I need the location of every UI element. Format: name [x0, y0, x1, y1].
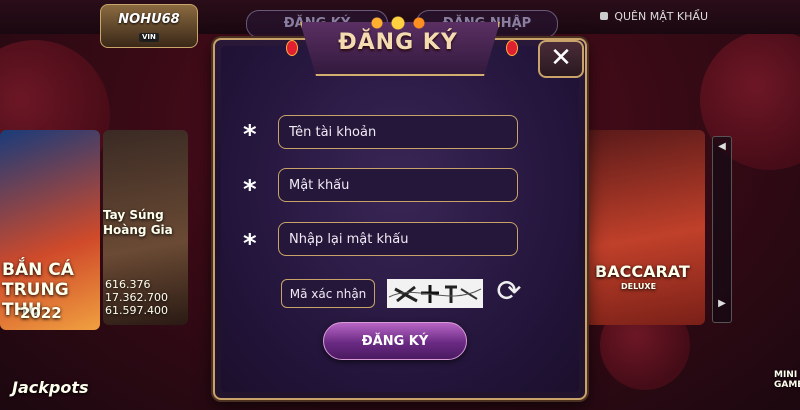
game-card-title: BACCARAT: [595, 262, 690, 281]
carousel-scroll[interactable]: ◀ ▶: [712, 136, 732, 323]
register-submit-button[interactable]: ĐĂNG KÝ: [323, 322, 467, 360]
game-card-title: Tay Súng Hoàng Gia: [103, 208, 173, 237]
jackpot-value: 17.362.700: [105, 291, 168, 304]
arrow-left-icon[interactable]: ◀: [713, 141, 731, 152]
confirm-password-input[interactable]: [278, 222, 518, 256]
captcha-image: [387, 279, 483, 308]
refresh-captcha-icon[interactable]: ⟳: [493, 276, 525, 308]
app-logo: NOHU68 VIN: [100, 4, 198, 48]
game-card-subtitle: DELUXE: [621, 282, 657, 291]
close-button[interactable]: ✕: [538, 40, 584, 78]
jackpots-label: Jackpots: [12, 378, 89, 397]
flower-decoration-icon: [363, 16, 433, 30]
required-mark: *: [243, 175, 257, 205]
required-mark: *: [243, 120, 257, 150]
password-input[interactable]: [278, 168, 518, 202]
jackpot-value: 61.597.400: [105, 304, 168, 317]
required-mark: *: [243, 229, 257, 259]
arrow-right-icon[interactable]: ▶: [713, 298, 731, 309]
game-card-tay-sung[interactable]: Tay Súng Hoàng Gia 616.376 17.362.700 61…: [103, 130, 188, 325]
mini-game-label[interactable]: MINI GAME: [774, 370, 800, 390]
captcha-input[interactable]: [281, 279, 375, 308]
lantern-icon: [286, 40, 298, 56]
game-card-ban-ca[interactable]: BẮN CÁ TRUNG THU 2022: [0, 130, 100, 330]
dialog-title: ĐĂNG KÝ: [338, 30, 458, 55]
lock-icon: [600, 12, 609, 20]
lantern-icon: [506, 40, 518, 56]
forgot-password-link[interactable]: QUÊN MẬT KHẨU: [600, 9, 708, 25]
game-card-year: 2022: [20, 304, 62, 322]
username-input[interactable]: [278, 115, 518, 149]
jackpot-value: 616.376: [105, 278, 151, 291]
game-card-baccarat[interactable]: BACCARAT DELUXE: [585, 130, 705, 325]
